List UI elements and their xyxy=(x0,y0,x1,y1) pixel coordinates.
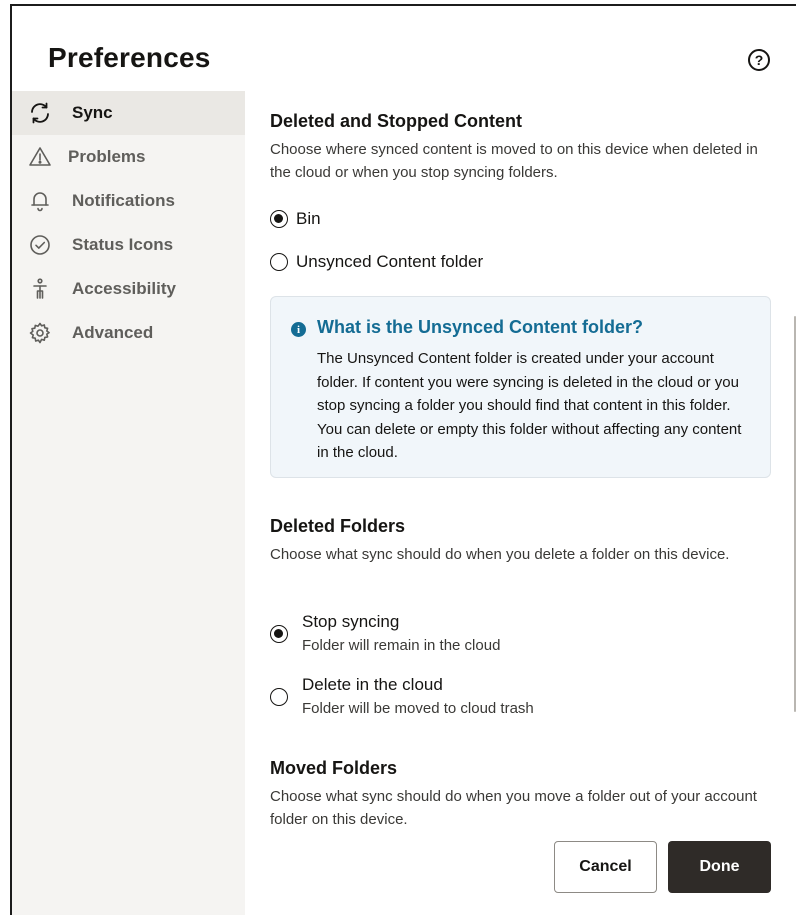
content-panel: Deleted and Stopped Content Choose where… xyxy=(246,91,796,915)
section-description: Choose where synced content is moved to … xyxy=(270,141,758,181)
help-icon[interactable]: ? xyxy=(748,49,770,71)
radio-label: Stop syncing xyxy=(302,612,400,631)
info-title: What is the Unsynced Content folder? xyxy=(317,317,644,337)
section-heading-deleted-stopped: Deleted and Stopped Content xyxy=(270,111,522,131)
preferences-window: Preferences ? Sync Problems Notification… xyxy=(10,4,796,915)
gear-icon xyxy=(28,321,52,345)
help-glyph: ? xyxy=(754,52,764,68)
section-heading-moved-folders: Moved Folders xyxy=(270,758,398,778)
section-description: Choose what sync should do when you dele… xyxy=(270,546,730,563)
radio-button[interactable] xyxy=(270,210,288,228)
info-box: i What is the Unsynced Content folder? T… xyxy=(270,296,771,478)
sidebar-item-notifications[interactable]: Notifications xyxy=(12,179,245,223)
radio-sublabel: Folder will be moved to cloud trash xyxy=(302,700,534,717)
info-body: The Unsynced Content folder is created u… xyxy=(317,350,742,461)
sync-icon xyxy=(28,101,52,125)
sidebar-item-sync[interactable]: Sync xyxy=(12,91,245,135)
info-glyph: i xyxy=(296,323,301,336)
accessibility-icon xyxy=(28,277,52,301)
sidebar-item-label: Status Icons xyxy=(72,235,174,254)
sidebar-item-label: Accessibility xyxy=(72,279,176,298)
sidebar-item-label: Notifications xyxy=(72,191,175,210)
info-icon: i xyxy=(291,322,306,337)
sidebar-item-status-icons[interactable]: Status Icons xyxy=(12,223,245,267)
sidebar: Sync Problems Notifications Status Icons… xyxy=(12,91,245,915)
sidebar-item-accessibility[interactable]: Accessibility xyxy=(12,267,245,311)
radio-label: Delete in the cloud xyxy=(302,675,443,694)
sidebar-item-label: Sync xyxy=(72,103,113,122)
sidebar-item-problems[interactable]: Problems xyxy=(12,135,245,179)
sidebar-item-advanced[interactable]: Advanced xyxy=(12,311,245,355)
page-title: Preferences xyxy=(48,42,211,73)
sidebar-item-label: Advanced xyxy=(72,323,154,342)
warning-icon xyxy=(28,145,52,169)
section-description: Choose what sync should do when you move… xyxy=(270,788,757,828)
radio-button[interactable] xyxy=(270,688,288,706)
radio-label: Bin xyxy=(296,209,321,228)
cancel-button[interactable]: Cancel xyxy=(554,841,657,893)
radio-button[interactable] xyxy=(270,625,288,643)
bell-icon xyxy=(28,189,52,213)
sidebar-item-label: Problems xyxy=(68,147,146,166)
section-heading-deleted-folders: Deleted Folders xyxy=(270,516,406,536)
radio-sublabel: Folder will remain in the cloud xyxy=(302,637,501,654)
check-circle-icon xyxy=(28,233,52,257)
radio-button[interactable] xyxy=(270,253,288,271)
radio-label: Unsynced Content folder xyxy=(296,252,484,271)
done-button[interactable]: Done xyxy=(668,841,771,893)
